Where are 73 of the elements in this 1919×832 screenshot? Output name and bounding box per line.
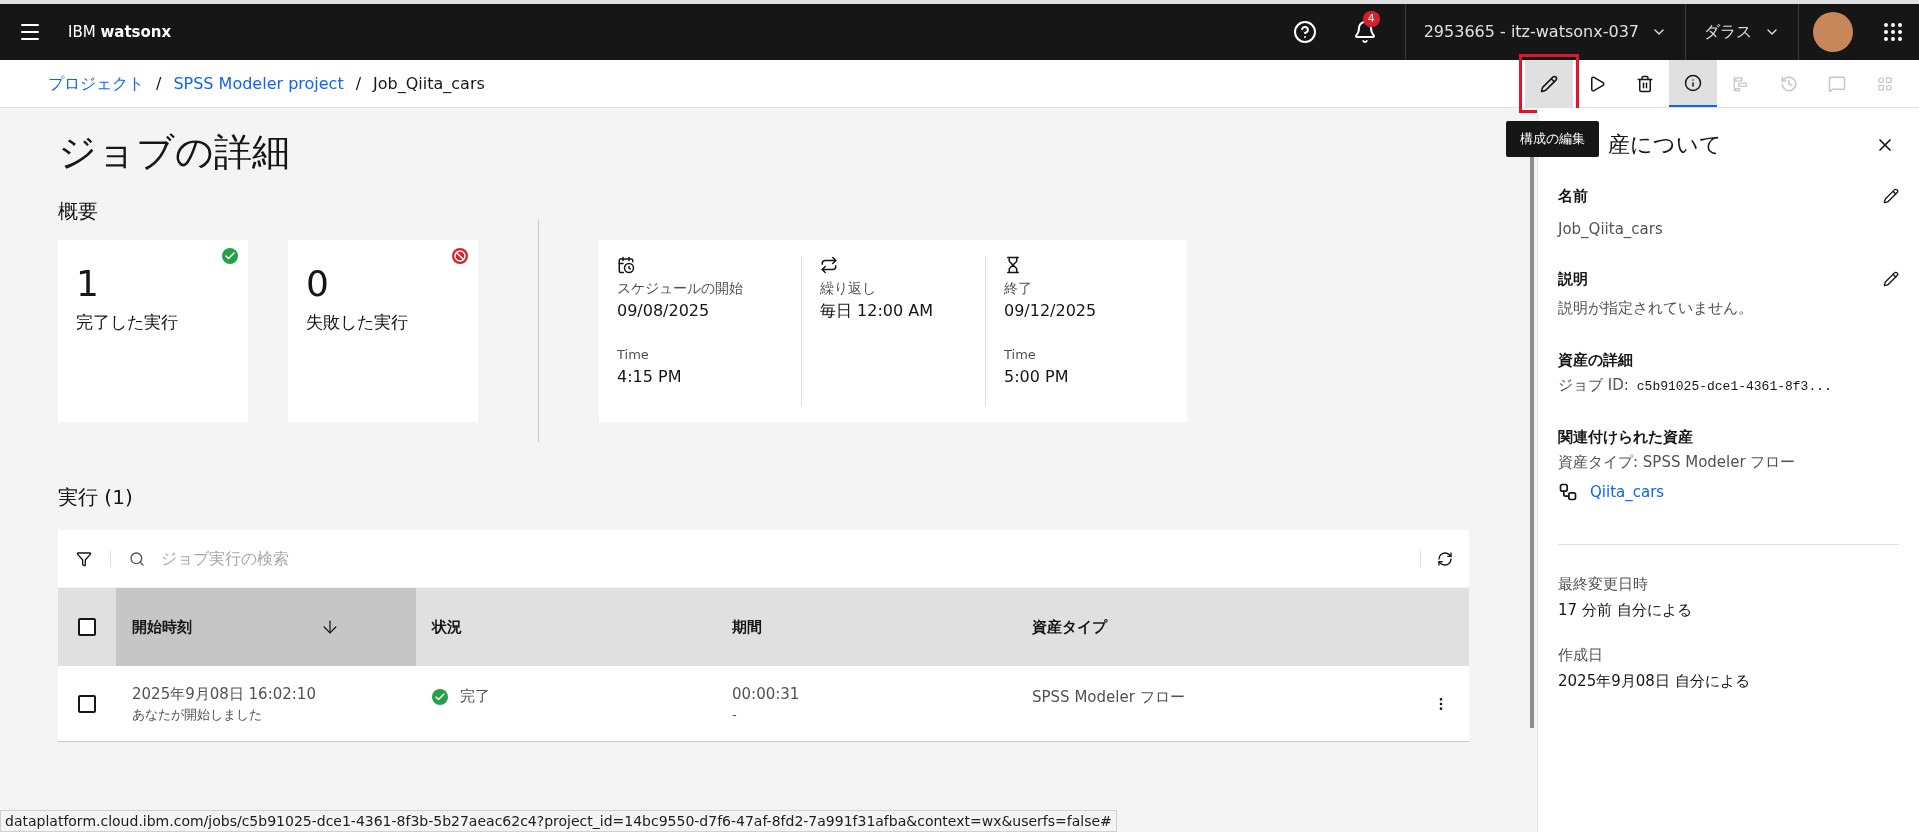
- time-label: Time: [617, 346, 650, 364]
- search-icon: [129, 550, 145, 567]
- table-cell-text: あなたが開始しました: [132, 706, 263, 724]
- column-header[interactable]: 状況: [416, 588, 716, 666]
- table-cell-text: 2025年9月08日 16:02:10: [132, 683, 317, 705]
- tooltip: 構成の編集: [1506, 121, 1599, 157]
- edit-icon[interactable]: [1883, 271, 1899, 288]
- stat-value: 1: [76, 262, 100, 306]
- help-icon[interactable]: [1292, 20, 1317, 44]
- table-cell-text: 完了: [460, 686, 490, 708]
- checkbox[interactable]: [78, 618, 96, 636]
- schedule-value: 毎日 12:00 AM: [820, 300, 935, 322]
- breadcrumb-separator: /: [355, 72, 362, 95]
- history-icon: [1780, 74, 1798, 93]
- toolbar-button[interactable]: [1669, 60, 1717, 107]
- column-header[interactable]: 開始時刻: [116, 588, 416, 666]
- status-url: dataplatform.cloud.ibm.com/jobs/c5b91025-dce1-4361-8f3b-5b27aeac62c4?project_id=14bc9550-d7f6-47af-8fd2-7a991f31afba&context=wx&userfs=false#: [0, 810, 1117, 832]
- trash-icon: [1636, 74, 1654, 93]
- time-label: Time: [1004, 346, 1037, 364]
- breadcrumb-link[interactable]: SPSS Modeler project: [173, 71, 344, 96]
- search-field[interactable]: ジョブ実行の検索: [161, 546, 1420, 571]
- field-label: 資産の詳細: [1558, 350, 1634, 371]
- page-title: ジョブの詳細: [58, 129, 291, 176]
- table-cell: SPSS Modeler フロー: [1032, 687, 1185, 706]
- job-id: c5b91025-dce1-4361-8f3...: [1636, 377, 1832, 396]
- asset-link[interactable]: Qiita_cars: [1590, 481, 1665, 504]
- breadcrumb-current: Job_Qiita_cars: [373, 72, 485, 95]
- notification-count: 4: [1362, 11, 1380, 27]
- time-value: 4:15 PM: [617, 365, 683, 388]
- field-label: 最終変更日時: [1558, 573, 1649, 595]
- notification-icon[interactable]: [1352, 20, 1377, 44]
- column-header[interactable]: 期間: [716, 588, 1016, 666]
- info-icon: [1684, 73, 1702, 92]
- panel-title: 産について: [1608, 131, 1722, 159]
- field-value: 説明が指定されていません。: [1558, 297, 1754, 319]
- table-cell-text: 00:00:31: [732, 683, 801, 705]
- time-value: 5:00 PM: [1004, 365, 1070, 388]
- field-label: 関連付けられた資産: [1558, 427, 1694, 448]
- field-value: 2025年9月08日 自分による: [1558, 671, 1751, 692]
- schedule-label: 終了: [1004, 279, 1033, 298]
- bars-icon: [1732, 74, 1750, 93]
- field-label: 作成日: [1558, 644, 1604, 666]
- field-label: 説明: [1558, 269, 1588, 290]
- schedule-label: 繰り返し: [820, 279, 877, 298]
- shapes-icon: [1876, 74, 1894, 93]
- edit-icon[interactable]: [1883, 188, 1899, 205]
- hourglass-icon: [1004, 256, 1022, 274]
- play-icon: [1588, 74, 1606, 93]
- stat-value: 0: [306, 262, 330, 306]
- calendar-icon: [617, 256, 635, 274]
- schedule-label: スケジュールの開始: [617, 279, 744, 298]
- field-label: 名前: [1558, 186, 1588, 207]
- stat-label: 失敗した実行: [306, 311, 409, 334]
- table-cell-text: -: [732, 706, 738, 724]
- flow-icon: [1558, 482, 1578, 503]
- field-label: ジョブ ID:: [1558, 374, 1629, 396]
- repeat-icon: [820, 256, 838, 274]
- section-heading: 実行 (1): [58, 484, 134, 511]
- schedule-value: 09/12/2025: [1004, 300, 1098, 322]
- section-heading: 概要: [58, 198, 99, 225]
- schedule-value: 09/08/2025: [617, 300, 711, 322]
- field-value: 資産タイプ: SPSS Modeler フロー: [1558, 451, 1797, 473]
- field-value: Job_Qiita_cars: [1558, 218, 1664, 240]
- breadcrumb-link[interactable]: プロジェクト: [48, 71, 144, 96]
- checkbox[interactable]: [78, 694, 96, 713]
- app-switcher-icon[interactable]: [1881, 20, 1905, 44]
- column-header[interactable]: 資産タイプ: [1016, 588, 1469, 666]
- edit-icon: [1540, 74, 1558, 93]
- field-value: 17 分前 自分による: [1558, 600, 1693, 621]
- breadcrumb-separator: /: [156, 72, 162, 95]
- brand-name[interactable]: IBM watsonx: [68, 20, 172, 44]
- stat-label: 完了した実行: [76, 311, 179, 334]
- comment-icon: [1828, 74, 1846, 93]
